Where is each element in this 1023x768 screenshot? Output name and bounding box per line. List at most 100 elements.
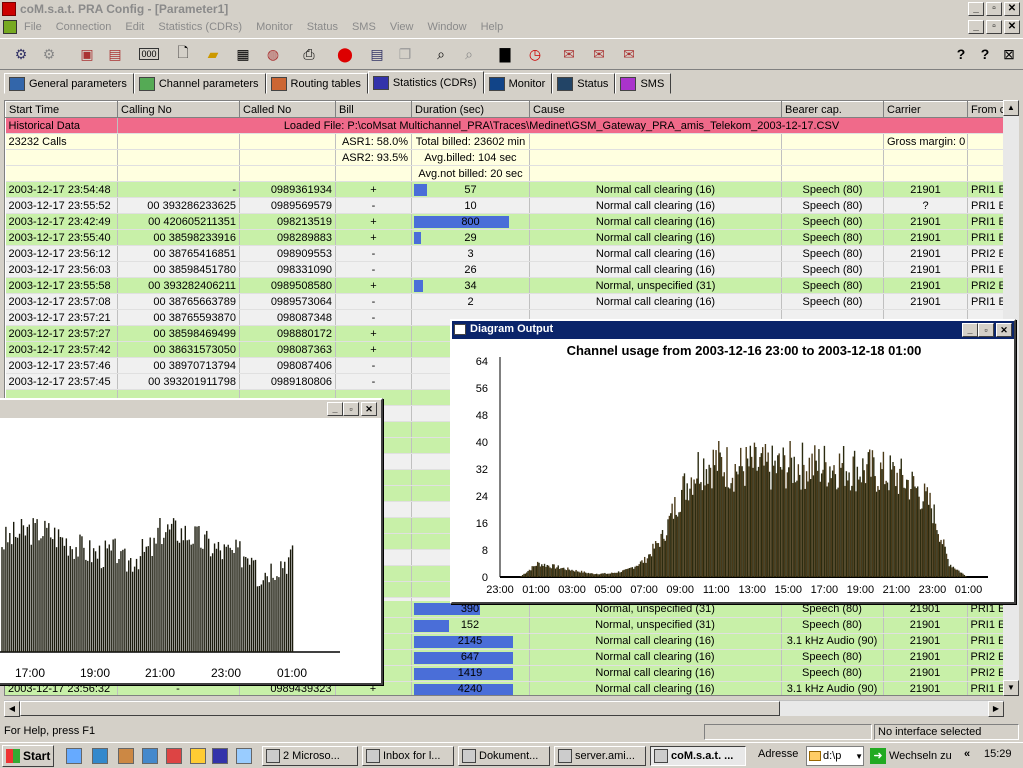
connect-icon[interactable]: ⚙	[10, 43, 32, 65]
copy-icon[interactable]: ❐	[394, 43, 416, 65]
scroll-left-icon[interactable]: ◀	[4, 701, 20, 717]
search-next-icon[interactable]: ⌕	[458, 43, 480, 65]
doc-minimize-icon[interactable]: _	[968, 20, 984, 34]
close-icon[interactable]: ✕	[1004, 2, 1020, 16]
menu-item[interactable]: Monitor	[256, 21, 293, 33]
quicklaunch-ie-icon[interactable]	[66, 748, 82, 764]
quicklaunch-word-icon[interactable]	[212, 748, 228, 764]
quicklaunch-browser-icon[interactable]	[92, 748, 108, 764]
menu-item[interactable]: Statistics (CDRs)	[158, 21, 242, 33]
menu-item[interactable]: SMS	[352, 21, 376, 33]
back-restore-icon[interactable]: ▫	[343, 402, 359, 416]
column-header[interactable]: Cause	[529, 101, 782, 118]
table-row[interactable]: 2003-12-17 23:56:12 00 38765416851 0989095…	[5, 245, 1006, 262]
scroll-up-icon[interactable]: ▲	[1003, 100, 1019, 116]
column-header[interactable]: Bearer cap.	[781, 101, 884, 118]
taskbar-item[interactable]: server.ami...	[554, 746, 646, 766]
search-icon[interactable]: ⌕	[430, 43, 452, 65]
clock-icon[interactable]: ◷	[524, 43, 546, 65]
menu-item[interactable]: Window	[427, 21, 466, 33]
print-icon[interactable]: ⎙	[298, 43, 320, 65]
table-row[interactable]: 2003-12-17 23:54:48-0989361934 +57 Normal …	[5, 181, 1006, 198]
column-header[interactable]: Carrier	[883, 101, 968, 118]
table-row[interactable]: 2003-12-17 23:55:40 00 38598233916 0982898…	[5, 229, 1006, 246]
read-params-icon[interactable]: ▤	[104, 43, 126, 65]
table-row[interactable]: 2003-12-17 23:56:03 00 38598451780 0983310…	[5, 261, 1006, 278]
quicklaunch-network-icon[interactable]	[142, 748, 158, 764]
stop-icon[interactable]: ⬤	[334, 43, 356, 65]
scroll-thumb[interactable]	[20, 701, 780, 716]
tab-general-parameters[interactable]: General parameters	[4, 73, 134, 94]
display-icon[interactable]: 000	[138, 43, 160, 65]
go-button[interactable]: ➜ Wechseln zu	[870, 746, 952, 766]
column-header[interactable]: From c	[967, 101, 1006, 118]
disconnect-icon[interactable]: ⚙	[38, 43, 60, 65]
bill-cell: +	[335, 325, 412, 342]
diagram-restore-icon[interactable]: ▫	[978, 323, 994, 337]
restore-icon[interactable]: ▫	[986, 2, 1002, 16]
task-label: coM.s.a.t. ...	[671, 750, 734, 762]
document-list-icon[interactable]: ▤	[366, 43, 388, 65]
horizontal-scrollbar[interactable]: ◀ ▶	[4, 700, 1004, 717]
chart-icon[interactable]: ▇	[494, 43, 516, 65]
menu-item[interactable]: Status	[307, 21, 338, 33]
quicklaunch-app-icon[interactable]	[118, 748, 134, 764]
start-button[interactable]: Start	[2, 745, 54, 767]
tab-statistics-cdrs[interactable]: Statistics (CDRs)	[367, 71, 484, 94]
diagram-output-window[interactable]: Diagram Output _ ▫ ✕ Channel usage from …	[450, 319, 1016, 604]
column-header[interactable]: Bill	[335, 101, 412, 118]
address-input[interactable]: d:\p ▼	[806, 746, 864, 766]
column-header[interactable]: Duration (sec)	[411, 101, 530, 118]
exit-icon[interactable]: ⊠	[998, 43, 1020, 65]
back-minimize-icon[interactable]: _	[327, 402, 343, 416]
menu-item[interactable]: View	[390, 21, 414, 33]
menu-item[interactable]: Edit	[125, 21, 144, 33]
scroll-right-icon[interactable]: ▶	[988, 701, 1004, 717]
help-icon[interactable]: ?	[950, 43, 972, 65]
tab-monitor[interactable]: Monitor	[483, 73, 553, 94]
mail-receive-icon[interactable]: ✉	[588, 43, 610, 65]
table-row[interactable]: 2003-12-17 23:55:58 00 393282406211 098950…	[5, 277, 1006, 294]
mail-send-icon[interactable]: ✉	[558, 43, 580, 65]
taskbar-item[interactable]: coM.s.a.t. ...	[650, 746, 746, 766]
taskbar-item[interactable]: 2 Microso...	[262, 746, 358, 766]
tab-routing-tables[interactable]: Routing tables	[265, 73, 368, 94]
taskbar-item[interactable]: Dokument...	[458, 746, 550, 766]
diagram-minimize-icon[interactable]: _	[962, 323, 978, 337]
table-row[interactable]: 2003-12-17 23:42:49 00 420605211351 098213…	[5, 213, 1006, 230]
avg-billed: Avg.billed: 104 sec	[411, 149, 530, 166]
taskbar-item[interactable]: Inbox for l...	[362, 746, 454, 766]
new-file-icon[interactable]: 🗋	[172, 43, 194, 65]
document-icon[interactable]	[3, 20, 17, 34]
open-folder-icon[interactable]: ▰	[202, 43, 224, 65]
tab-sms[interactable]: SMS	[615, 73, 672, 94]
tray-chevron-icon[interactable]: «	[964, 748, 970, 760]
scroll-down-icon[interactable]: ▼	[1003, 680, 1019, 696]
back-chart-window[interactable]: _ ▫ ✕ 17:00 19:00 21:00 23:00 01:00	[0, 398, 383, 685]
mail-list-icon[interactable]: ✉	[618, 43, 640, 65]
doc-close-icon[interactable]: ✕	[1004, 20, 1020, 34]
minimize-icon[interactable]: _	[968, 2, 984, 16]
column-header[interactable]: Start Time	[5, 101, 118, 118]
menu-item[interactable]: File	[24, 21, 42, 33]
save-icon[interactable]: ▦	[232, 43, 254, 65]
back-close-icon[interactable]: ✕	[361, 402, 377, 416]
tab-channel-parameters[interactable]: Channel parameters	[133, 73, 266, 94]
menu-item[interactable]: Help	[481, 21, 504, 33]
duration-value: 10	[464, 199, 477, 212]
diagram-close-icon[interactable]: ✕	[996, 323, 1012, 337]
lock-icon[interactable]: ◍	[262, 43, 284, 65]
table-row[interactable]: 2003-12-17 23:57:08 00 38765663789 0989573…	[5, 293, 1006, 310]
context-help-icon[interactable]: ?	[974, 43, 996, 65]
doc-restore-icon[interactable]: ▫	[986, 20, 1002, 34]
quicklaunch-edit-icon[interactable]	[236, 748, 252, 764]
write-params-icon[interactable]: ▣	[76, 43, 98, 65]
table-row[interactable]: 2003-12-17 23:55:52 00 393286233625 098956…	[5, 197, 1006, 214]
quicklaunch-chrome-icon[interactable]	[190, 748, 206, 764]
chevron-down-icon[interactable]: ▼	[855, 752, 863, 761]
tab-status[interactable]: Status	[552, 73, 616, 94]
column-header[interactable]: Calling No	[117, 101, 240, 118]
quicklaunch-tool-icon[interactable]	[166, 748, 182, 764]
column-header[interactable]: Called No	[239, 101, 336, 118]
menu-item[interactable]: Connection	[56, 21, 112, 33]
